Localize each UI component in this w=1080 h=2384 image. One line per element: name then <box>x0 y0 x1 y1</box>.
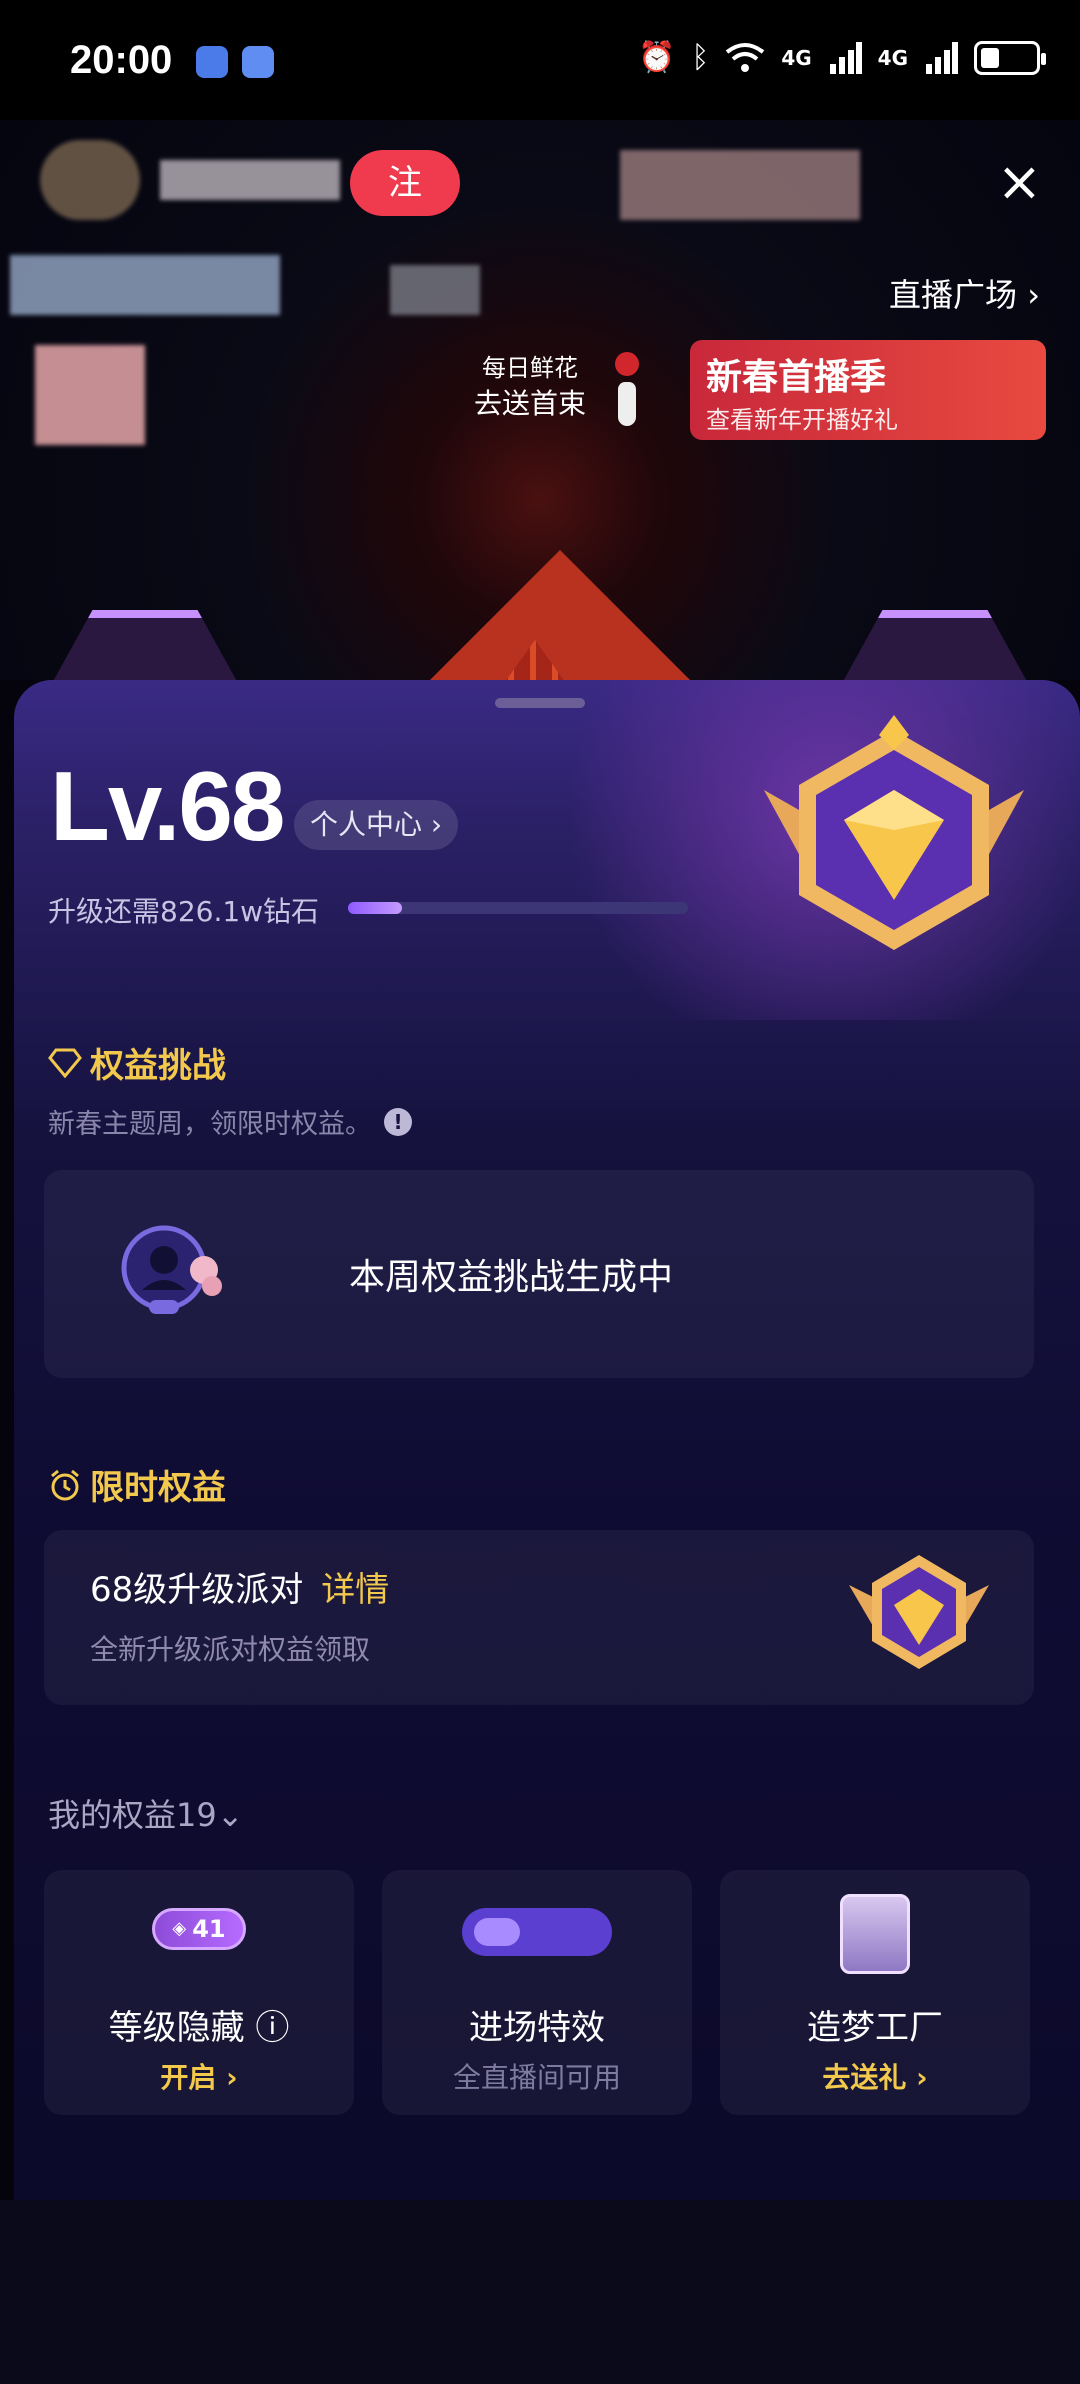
challenge-avatar-icon <box>121 1225 222 1314</box>
flower-action: 去送首束 <box>474 387 587 420</box>
signal-icon <box>926 41 958 74</box>
upgrade-party-title: 68级升级派对 <box>90 1570 304 1610</box>
my-benefits-toggle[interactable]: 我的权益19⌄ <box>48 1790 244 1836</box>
benefit-dream-factory[interactable]: 造梦工厂 去送礼 › <box>720 1870 1030 2115</box>
personal-center-button[interactable]: 个人中心 › <box>294 800 459 850</box>
wifi-icon <box>726 42 765 72</box>
battery-icon <box>974 40 1046 75</box>
gift-thumbnail[interactable] <box>35 345 145 445</box>
limited-benefit-header: 限时权益 <box>48 1460 226 1509</box>
signal-label: 4G <box>877 45 908 70</box>
upgrade-party-card[interactable]: 68级升级派对 详情 全新升级派对权益领取 <box>44 1530 1034 1705</box>
bottom-area <box>0 2200 1080 2384</box>
host-avatar[interactable] <box>40 140 140 220</box>
level-pill-icon: ◈ 41 <box>152 1908 246 1950</box>
level-progress-fill <box>348 902 403 914</box>
diamond-icon <box>48 1048 82 1078</box>
alarm-icon: ⏰ <box>637 40 676 75</box>
benefit-name: 等级隐藏 ⓘ <box>108 2008 290 2048</box>
dream-factory-icon <box>840 1894 910 1974</box>
signal-label: 4G <box>781 45 812 70</box>
benefit-level-hide[interactable]: ◈ 41 等级隐藏 ⓘ 开启 › <box>44 1870 354 2115</box>
close-icon[interactable]: × <box>997 155 1042 209</box>
enable-button[interactable]: 开启 › <box>44 2056 354 2096</box>
level-label: Lv.68 <box>50 751 285 861</box>
level-benefits-sheet: Lv.68 个人中心 › 升级还需826.1w钻石 权益挑战 新春主题周，领限时… <box>14 680 1080 2200</box>
live-plaza-link[interactable]: 直播广场 › <box>889 270 1040 316</box>
benefit-challenge-header: 权益挑战 <box>48 1038 226 1087</box>
promo-title: 新春首播季 <box>706 357 887 398</box>
benefit-name: 进场特效 <box>469 2008 605 2048</box>
screen: { "status_bar": {"time": "20:00", "netwo… <box>0 0 1080 2384</box>
new-year-promo-banner[interactable]: 新春首播季 查看新年开播好礼 <box>690 340 1046 440</box>
upgrade-party-subtitle: 全新升级派对权益领取 <box>90 1633 371 1666</box>
benefit-challenge-title: 权益挑战 <box>90 1046 226 1086</box>
vase-icon <box>612 352 642 432</box>
promo-subtitle: 查看新年开播好礼 <box>706 406 898 434</box>
app-notification-icon <box>196 46 228 78</box>
benefit-challenge-subtitle: 新春主题周，领限时权益。 <box>48 1109 372 1140</box>
upgrade-party-title-row: 68级升级派对 详情 <box>90 1562 389 1611</box>
upgrade-party-badge-icon <box>849 1555 989 1669</box>
benefit-name: 造梦工厂 <box>807 2008 943 2048</box>
send-gift-button[interactable]: 去送礼 › <box>720 2056 1030 2096</box>
viewer-avatars[interactable] <box>620 150 860 220</box>
host-name <box>160 160 340 200</box>
status-bar: 20:00 ⏰ ᛒ 4G 4G <box>0 0 1080 120</box>
limited-benefit-title: 限时权益 <box>90 1468 226 1508</box>
level-badge-icon <box>764 715 1024 950</box>
benefit-challenge-subtitle-row: 新春主题周，领限时权益。 ! <box>48 1102 412 1141</box>
info-icon[interactable]: ! <box>384 1107 412 1136</box>
level-pill-value: 41 <box>192 1915 226 1943</box>
benefit-entry-effect[interactable]: 进场特效 全直播间可用 <box>382 1870 692 2115</box>
daily-flower-widget[interactable]: 每日鲜花 去送首束 <box>474 350 586 422</box>
status-icons: ⏰ ᛒ 4G 4G <box>637 40 1046 75</box>
challenge-status: 本周权益挑战生成中 <box>349 1257 674 1298</box>
room-info <box>10 255 280 315</box>
signal-icon <box>829 41 862 74</box>
upgrade-requirement: 升级还需826.1w钻石 <box>48 895 320 928</box>
entry-effect-icon <box>462 1908 612 1956</box>
alarm-clock-icon <box>51 1469 79 1500</box>
room-tag <box>390 265 480 315</box>
bluetooth-icon: ᛒ <box>691 40 710 75</box>
details-link[interactable]: 详情 <box>321 1570 389 1610</box>
status-time: 20:00 <box>70 38 173 82</box>
benefit-note: 全直播间可用 <box>452 2061 621 2094</box>
app-notification-icon <box>242 46 274 78</box>
level-progress-bar <box>348 902 688 914</box>
flower-title: 每日鲜花 <box>482 354 578 382</box>
follow-button[interactable]: 注 <box>350 150 460 216</box>
sheet-drag-handle[interactable] <box>495 698 585 708</box>
challenge-card: 本周权益挑战生成中 <box>44 1170 1034 1378</box>
